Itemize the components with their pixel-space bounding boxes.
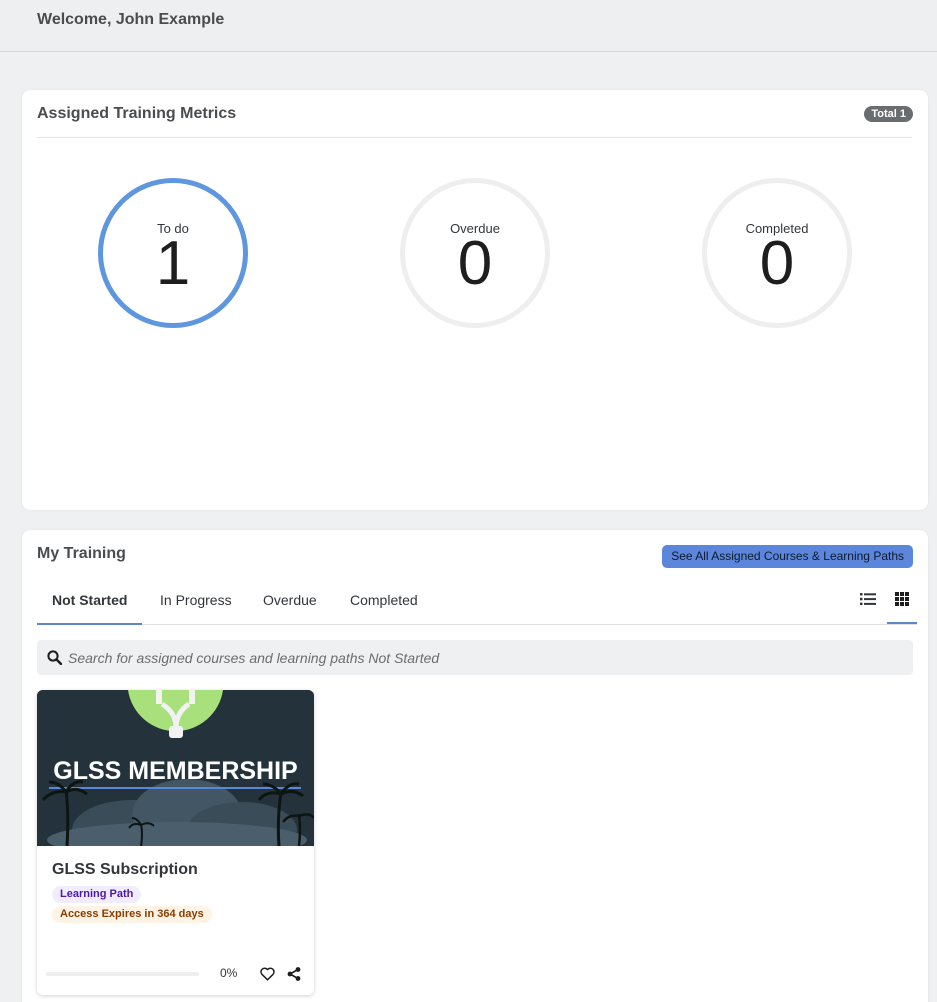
my-training-card: My Training See All Assigned Courses & L…	[22, 530, 928, 1002]
metric-completed-value: 0	[759, 229, 795, 298]
metrics-title: Assigned Training Metrics	[37, 105, 237, 122]
top-bar: Welcome, John Example	[0, 0, 937, 52]
course-progress-percent: 0%	[220, 966, 238, 980]
tab-in-progress[interactable]: In Progress	[145, 582, 247, 625]
course-thumbnail-art: GLSS MEMBERSHIP	[37, 690, 314, 846]
see-all-assigned-button[interactable]: See All Assigned Courses & Learning Path…	[662, 545, 913, 568]
training-tabs: Not Started In Progress Overdue Complete…	[37, 582, 917, 625]
my-training-title: My Training	[37, 545, 126, 562]
course-card[interactable]: GLSS MEMBERSHIP GLSS Subscription Learni…	[37, 690, 314, 995]
tab-completed[interactable]: Completed	[335, 582, 433, 625]
list-view-icon	[860, 593, 876, 606]
assigned-training-metrics-card: Assigned Training Metrics Total 1 To do …	[22, 90, 928, 510]
tab-overdue[interactable]: Overdue	[248, 582, 332, 625]
access-expiry-tag: Access Expires in 364 days	[52, 906, 212, 923]
learning-path-tag: Learning Path	[52, 886, 142, 903]
favorite-button[interactable]	[259, 966, 275, 982]
tab-not-started[interactable]: Not Started	[37, 582, 143, 625]
search-bar	[37, 640, 913, 675]
list-view-button[interactable]	[853, 586, 883, 624]
metric-completed-ring[interactable]: Completed 0	[702, 178, 852, 328]
metric-todo-ring[interactable]: To do 1	[98, 178, 248, 328]
welcome-message: Welcome, John Example	[37, 11, 225, 28]
course-thumbnail[interactable]: GLSS MEMBERSHIP	[37, 690, 314, 846]
grid-view-icon	[895, 592, 909, 606]
search-icon	[47, 650, 62, 665]
heart-icon	[259, 967, 275, 981]
search-input[interactable]	[68, 640, 888, 675]
share-icon	[287, 967, 301, 981]
course-progress-bar	[46, 972, 199, 976]
metric-overdue-ring[interactable]: Overdue 0	[400, 178, 550, 328]
share-button[interactable]	[286, 966, 302, 982]
total-badge: Total 1	[864, 106, 913, 122]
course-thumbnail-title: GLSS MEMBERSHIP	[53, 757, 297, 785]
grid-view-button[interactable]	[887, 586, 917, 624]
metrics-divider	[37, 137, 912, 138]
metric-overdue-value: 0	[457, 229, 493, 298]
metric-todo-value: 1	[155, 229, 191, 298]
course-name[interactable]: GLSS Subscription	[52, 861, 198, 879]
